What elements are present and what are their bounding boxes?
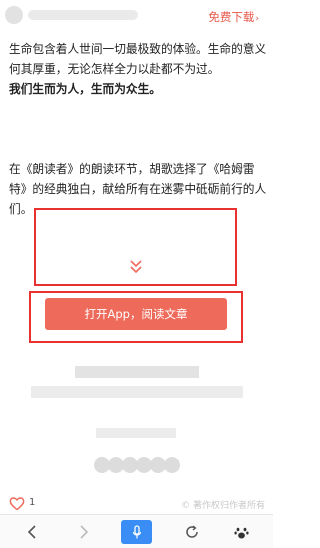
- blurred-label-placeholder: [96, 428, 176, 438]
- refresh-icon: [186, 525, 198, 538]
- forward-button[interactable]: [64, 515, 104, 548]
- browser-toolbar: [0, 514, 273, 548]
- free-download-label: 免费下载: [208, 10, 255, 24]
- top-bar: 免费下载›: [0, 0, 273, 32]
- blurred-avatars-row: [94, 457, 180, 473]
- voice-search-button[interactable]: [121, 520, 152, 544]
- back-button[interactable]: [12, 515, 52, 548]
- article-paragraph-2: 我们生而为人，生而为众生。: [9, 82, 161, 96]
- like-count: 1: [29, 497, 36, 508]
- blurred-subtitle-placeholder: [31, 386, 243, 398]
- blurred-title-placeholder: [75, 366, 199, 378]
- article-paragraph-1: 生命包含着人世间一切最极致的体验。生命的意义何其厚重，无论怎样全力以赴都不为过。: [9, 42, 267, 76]
- copyright-notice: © 著作权归作者所有: [181, 501, 265, 511]
- paw-icon: [233, 527, 249, 538]
- blurred-account-name: [28, 10, 138, 20]
- baidu-home-button[interactable]: [221, 515, 261, 548]
- open-app-button[interactable]: 打开App，阅读文章: [45, 298, 227, 330]
- free-download-link[interactable]: 免费下载›: [208, 9, 259, 25]
- chevron-double-down-icon[interactable]: [128, 258, 144, 276]
- blurred-avatar: [164, 457, 180, 473]
- blurred-avatar: [5, 6, 23, 24]
- mic-icon: [132, 524, 141, 538]
- back-icon: [27, 525, 36, 539]
- chevron-right-icon: ›: [255, 14, 259, 24]
- heart-icon[interactable]: [9, 496, 25, 511]
- forward-icon: [80, 525, 89, 539]
- refresh-button[interactable]: [172, 515, 212, 548]
